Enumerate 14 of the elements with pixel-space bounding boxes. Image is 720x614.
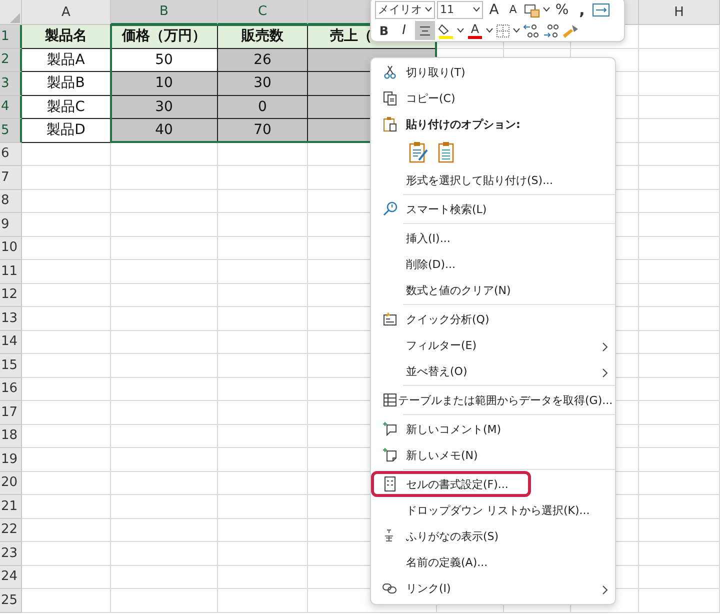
column-title: 製品名 [22, 25, 111, 48]
table-cell: 10 [111, 72, 218, 96]
table-cell: 70 [218, 119, 308, 142]
menu-heading: 貼り付けのオプション: [371, 111, 615, 137]
column-title: 販売数 [218, 25, 308, 48]
table-cell: 製品A [22, 48, 111, 72]
table-cell: 0 [218, 96, 308, 119]
table-cell: 30 [218, 72, 308, 96]
table-cell: 30 [111, 96, 218, 119]
table-cell: 40 [111, 119, 218, 142]
table-cell: 製品C [22, 96, 111, 119]
table-cell: 26 [218, 48, 308, 72]
table-cell: 50 [111, 48, 218, 72]
column-title: 価格（万円） [111, 25, 218, 48]
